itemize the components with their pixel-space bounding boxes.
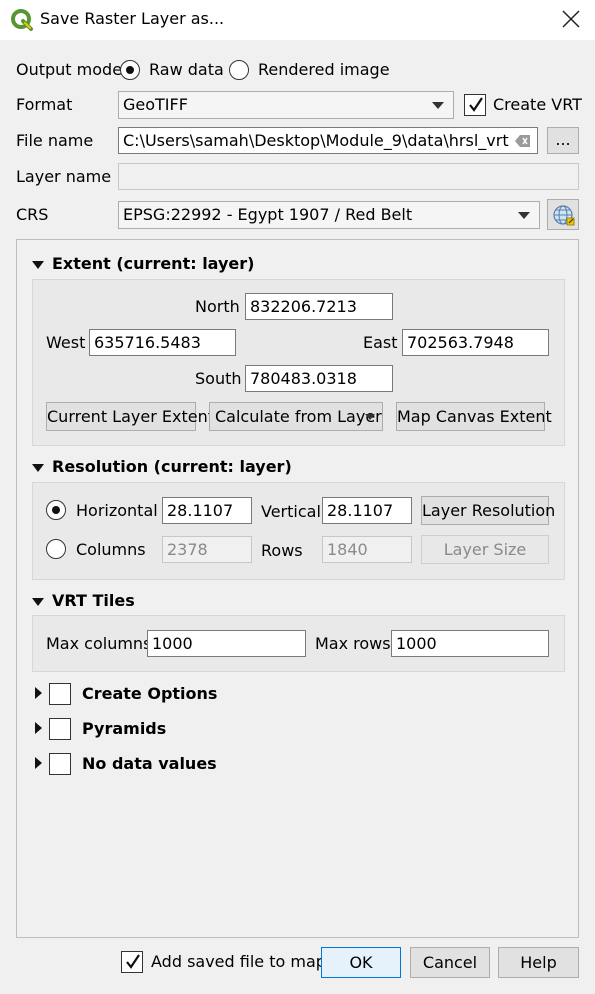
expand-arrow-icon[interactable] xyxy=(35,687,42,699)
max-columns-input[interactable]: 1000 xyxy=(147,630,306,657)
east-label: East xyxy=(363,333,398,352)
max-columns-label: Max columns xyxy=(46,634,152,653)
clear-field-icon[interactable] xyxy=(515,133,531,147)
chevron-down-icon xyxy=(365,414,375,420)
columns-radio[interactable] xyxy=(46,539,66,559)
rendered-image-label: Rendered image xyxy=(258,60,390,79)
east-input[interactable]: 702563.7948 xyxy=(402,329,549,356)
cancel-button[interactable]: Cancel xyxy=(410,947,490,978)
add-to-map-checkbox[interactable] xyxy=(121,951,143,973)
vertical-input[interactable]: 28.1107 xyxy=(322,497,412,524)
pyramids-title[interactable]: Pyramids xyxy=(82,719,166,739)
rendered-image-radio[interactable] xyxy=(229,60,249,80)
checkmark-icon xyxy=(469,97,483,112)
create-options-checkbox[interactable] xyxy=(49,683,71,705)
browse-button[interactable]: ... xyxy=(547,127,579,154)
current-layer-extent-button[interactable]: Current Layer Extent xyxy=(46,402,214,431)
extent-group-title: Extent (current: layer) xyxy=(52,254,255,273)
qgis-logo-icon xyxy=(10,8,34,32)
layer-resolution-button[interactable]: Layer Resolution xyxy=(421,496,555,525)
globe-crs-icon xyxy=(553,205,575,226)
checkmark-icon xyxy=(126,954,140,969)
columns-label: Columns xyxy=(76,540,146,559)
create-vrt-label: Create VRT xyxy=(493,95,582,114)
map-canvas-extent-button[interactable]: Map Canvas Extent xyxy=(396,402,552,431)
help-button[interactable]: Help xyxy=(498,947,579,978)
create-vrt-checkbox[interactable] xyxy=(464,94,486,116)
layer-name-input[interactable] xyxy=(118,163,579,190)
crs-label: CRS xyxy=(16,205,49,224)
max-rows-label: Max rows xyxy=(315,634,391,653)
rows-label: Rows xyxy=(261,541,303,560)
layer-size-button[interactable]: Layer Size xyxy=(421,535,549,564)
chevron-down-icon xyxy=(518,212,530,219)
horizontal-label: Horizontal xyxy=(76,501,158,520)
south-input[interactable]: 780483.0318 xyxy=(245,365,393,392)
crs-selector-button[interactable] xyxy=(547,199,579,230)
calculate-from-layer-label: Calculate from Layer xyxy=(215,407,382,426)
raw-data-radio[interactable] xyxy=(120,60,140,80)
file-name-label: File name xyxy=(16,131,94,150)
collapse-arrow-icon[interactable] xyxy=(32,464,44,472)
raw-data-label: Raw data xyxy=(149,60,224,79)
layer-name-label: Layer name xyxy=(16,167,112,186)
calculate-from-layer-button[interactable]: Calculate from Layer xyxy=(209,402,383,431)
columns-input[interactable]: 2378 xyxy=(162,536,252,563)
chevron-down-icon xyxy=(432,102,444,109)
north-input[interactable]: 832206.7213 xyxy=(245,293,393,320)
vrt-tiles-group-title: VRT Tiles xyxy=(52,591,135,610)
vertical-label: Vertical xyxy=(261,502,321,521)
file-name-input[interactable]: C:\Users\samah\Desktop\Module_9\data\hrs… xyxy=(118,127,538,154)
horizontal-input[interactable]: 28.1107 xyxy=(162,497,252,524)
pyramids-checkbox[interactable] xyxy=(49,718,71,740)
crs-combo[interactable]: EPSG:22992 - Egypt 1907 / Red Belt xyxy=(118,201,540,229)
expand-arrow-icon[interactable] xyxy=(35,722,42,734)
add-to-map-label: Add saved file to map xyxy=(151,952,326,971)
crs-value: EPSG:22992 - Egypt 1907 / Red Belt xyxy=(123,205,413,224)
format-combo[interactable]: GeoTIFF xyxy=(118,91,454,119)
horizontal-radio[interactable] xyxy=(46,500,66,520)
output-mode-label: Output mode xyxy=(16,60,123,79)
rows-input[interactable]: 1840 xyxy=(322,536,412,563)
collapse-arrow-icon[interactable] xyxy=(32,261,44,269)
south-label: South xyxy=(195,369,242,388)
no-data-values-title[interactable]: No data values xyxy=(82,754,217,774)
expand-arrow-icon[interactable] xyxy=(35,757,42,769)
file-name-value: C:\Users\samah\Desktop\Module_9\data\hrs… xyxy=(123,131,509,150)
ok-button[interactable]: OK xyxy=(321,947,401,978)
max-rows-input[interactable]: 1000 xyxy=(391,630,549,657)
format-value: GeoTIFF xyxy=(123,95,188,114)
close-icon[interactable] xyxy=(560,8,582,30)
window-title: Save Raster Layer as... xyxy=(40,9,225,28)
west-input[interactable]: 635716.5483 xyxy=(89,329,236,356)
north-label: North xyxy=(195,297,240,316)
no-data-values-checkbox[interactable] xyxy=(49,753,71,775)
create-options-title[interactable]: Create Options xyxy=(82,684,217,704)
format-label: Format xyxy=(16,95,73,114)
west-label: West xyxy=(46,333,86,352)
collapse-arrow-icon[interactable] xyxy=(32,598,44,606)
resolution-group-title: Resolution (current: layer) xyxy=(52,457,292,476)
